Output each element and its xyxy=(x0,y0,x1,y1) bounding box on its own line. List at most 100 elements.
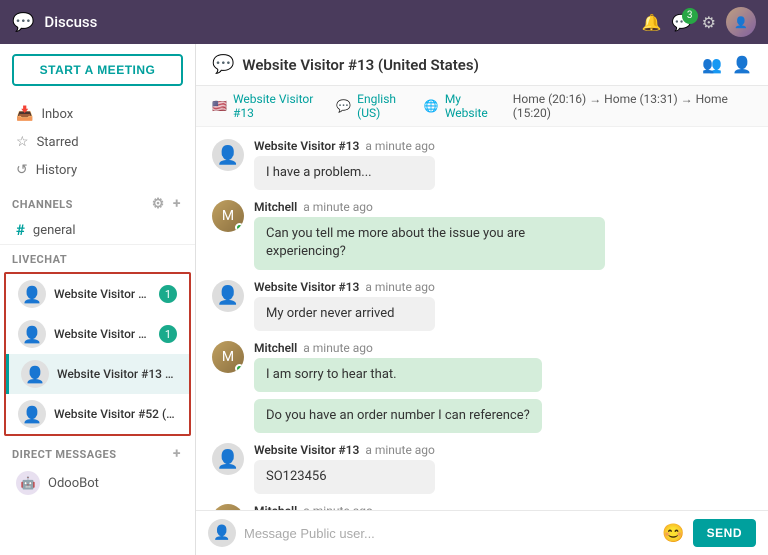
livechat-item-52[interactable]: 👤 Website Visitor #52 (United St... xyxy=(6,394,189,434)
livechat-badge-81: 1 xyxy=(159,285,177,303)
history-label: History xyxy=(36,163,77,178)
channel-general-label: general xyxy=(33,223,76,238)
current-user-avatar: 👤 xyxy=(208,519,236,547)
sidebar-item-inbox[interactable]: 📥 Inbox xyxy=(0,100,195,128)
chat-header-left: 💬 Website Visitor #13 (United States) xyxy=(212,54,479,75)
livechat-highlighted-group: 👤 Website Visitor #81 (U... 1 👤 Website … xyxy=(4,272,191,436)
livechat-avatar-13: 👤 xyxy=(21,360,49,388)
message-content: Mitchell a minute ago I am sorry to hear… xyxy=(254,341,542,433)
visitor-path: Home (20:16) → Home (13:31) → Home (15:2… xyxy=(513,92,752,120)
channels-settings-icon[interactable]: ⚙ xyxy=(150,196,167,212)
messages-icon[interactable]: 💬 3 xyxy=(672,13,692,32)
star-icon: ☆ xyxy=(16,134,29,150)
send-button[interactable]: SEND xyxy=(693,519,756,547)
online-indicator xyxy=(235,223,244,232)
sidebar-item-history[interactable]: ↺ History xyxy=(0,156,195,184)
channels-actions: ⚙ + xyxy=(150,196,183,212)
chat-header: 💬 Website Visitor #13 (United States) 👥 … xyxy=(196,44,768,86)
user-avatar[interactable]: 👤 xyxy=(726,7,756,37)
messages-badge: 3 xyxy=(682,8,698,24)
livechat-item-81[interactable]: 👤 Website Visitor #81 (U... 1 xyxy=(6,274,189,314)
visitor-language-link[interactable]: English (US) xyxy=(357,92,418,120)
livechat-name-80: Website Visitor #80 (U... xyxy=(54,327,151,341)
dm-add-icon[interactable]: + xyxy=(171,446,183,462)
message-bubble: I have a problem... xyxy=(254,156,435,190)
livechat-name-81: Website Visitor #81 (U... xyxy=(54,287,151,301)
message-sender: Mitchell a minute ago xyxy=(254,341,542,355)
inbox-icon: 📥 xyxy=(16,106,33,122)
agent-avatar: M xyxy=(212,341,244,373)
message-content: Mitchell a minute ago Can you tell me mo… xyxy=(254,200,605,269)
livechat-item-13[interactable]: 👤 Website Visitor #13 (United St... xyxy=(6,354,189,394)
settings-icon[interactable]: ⚙ xyxy=(702,13,716,32)
message-row: 👤 Website Visitor #13 a minute ago My or… xyxy=(212,280,752,331)
message-sender: Website Visitor #13 a minute ago xyxy=(254,280,435,294)
sidebar-nav: 📥 Inbox ☆ Starred ↺ History xyxy=(0,96,195,188)
message-bubble-2: Do you have an order number I can refere… xyxy=(254,399,542,433)
starred-label: Starred xyxy=(37,135,79,150)
message-row: 👤 Website Visitor #13 a minute ago SO123… xyxy=(212,443,752,494)
channels-label: CHANNELS xyxy=(12,198,150,211)
message-content: Website Visitor #13 a minute ago I have … xyxy=(254,139,435,190)
sidebar-item-starred[interactable]: ☆ Starred xyxy=(0,128,195,156)
livechat-section: LIVECHAT 👤 Website Visitor #81 (U... 1 👤… xyxy=(0,244,195,438)
message-bubble: SO123456 xyxy=(254,460,435,494)
sidebar: START A MEETING 📥 Inbox ☆ Starred ↺ Hist… xyxy=(0,44,196,555)
chat-header-right: 👥 👤 xyxy=(702,55,752,74)
main-layout: START A MEETING 📥 Inbox ☆ Starred ↺ Hist… xyxy=(0,44,768,555)
message-row: 👤 Website Visitor #13 a minute ago I hav… xyxy=(212,139,752,190)
message-bubble: Can you tell me more about the issue you… xyxy=(254,217,605,269)
visitor-chat-icon: 💬 xyxy=(212,54,234,75)
message-sender: Website Visitor #13 a minute ago xyxy=(254,139,435,153)
emoji-button[interactable]: 😊 xyxy=(662,523,684,544)
dm-label: DIRECT MESSAGES xyxy=(12,448,171,461)
notifications-icon[interactable]: 🔔 xyxy=(642,13,662,32)
flag-icon: 🇺🇸 xyxy=(212,99,227,113)
message-content: Website Visitor #13 a minute ago My orde… xyxy=(254,280,435,331)
livechat-item-80[interactable]: 👤 Website Visitor #80 (U... 1 xyxy=(6,314,189,354)
start-meeting-button[interactable]: START A MEETING xyxy=(12,54,183,86)
channels-add-icon[interactable]: + xyxy=(171,196,183,212)
livechat-name-13: Website Visitor #13 (United St... xyxy=(57,367,177,381)
agent-avatar: M xyxy=(212,200,244,232)
visitor-avatar: 👤 xyxy=(212,139,244,171)
message-row: M Mitchell a minute ago I am sorry to he… xyxy=(212,341,752,433)
topbar-icons: 🔔 💬 3 ⚙ 👤 xyxy=(642,7,756,37)
livechat-avatar-52: 👤 xyxy=(18,400,46,428)
app-title: Discuss xyxy=(44,13,631,31)
channels-header: CHANNELS ⚙ + xyxy=(0,188,195,216)
add-user-icon[interactable]: 👥 xyxy=(702,55,722,74)
chat-title: Website Visitor #13 (United States) xyxy=(242,56,478,74)
livechat-badge-80: 1 xyxy=(159,325,177,343)
message-input[interactable] xyxy=(244,526,654,541)
livechat-avatar-81: 👤 xyxy=(18,280,46,308)
livechat-name-52: Website Visitor #52 (United St... xyxy=(54,407,177,421)
inbox-label: Inbox xyxy=(41,107,73,122)
chat-messages: 👤 Website Visitor #13 a minute ago I hav… xyxy=(196,127,768,510)
odoobot-label: OdooBot xyxy=(48,476,99,491)
people-icon[interactable]: 👤 xyxy=(732,55,752,74)
message-sender: Website Visitor #13 a minute ago xyxy=(254,443,435,457)
visitor-website-link[interactable]: My Website xyxy=(445,92,503,120)
online-indicator xyxy=(235,364,244,373)
discuss-icon: 💬 xyxy=(12,12,34,33)
message-row: M Mitchell a minute ago Can you tell me … xyxy=(212,200,752,269)
message-sender: Mitchell a minute ago xyxy=(254,200,605,214)
channel-general[interactable]: # general xyxy=(0,216,195,244)
livechat-header: LIVECHAT xyxy=(0,245,195,270)
chat-area: 💬 Website Visitor #13 (United States) 👥 … xyxy=(196,44,768,555)
visitor-name-link[interactable]: Website Visitor #13 xyxy=(233,92,330,120)
topbar: 💬 Discuss 🔔 💬 3 ⚙ 👤 xyxy=(0,0,768,44)
visitor-avatar: 👤 xyxy=(212,443,244,475)
dm-header: DIRECT MESSAGES + xyxy=(0,438,195,466)
channel-hash-icon: # xyxy=(16,221,25,239)
history-icon: ↺ xyxy=(16,162,28,178)
visitor-avatar: 👤 xyxy=(212,280,244,312)
message-content: Website Visitor #13 a minute ago SO12345… xyxy=(254,443,435,494)
livechat-avatar-80: 👤 xyxy=(18,320,46,348)
message-bubble: I am sorry to hear that. xyxy=(254,358,542,392)
dm-odoobot[interactable]: 🤖 OdooBot xyxy=(0,466,195,500)
visitor-info-bar: 🇺🇸 Website Visitor #13 💬 English (US) 🌐 … xyxy=(196,86,768,127)
message-bubble: My order never arrived xyxy=(254,297,435,331)
livechat-label: LIVECHAT xyxy=(12,253,183,266)
